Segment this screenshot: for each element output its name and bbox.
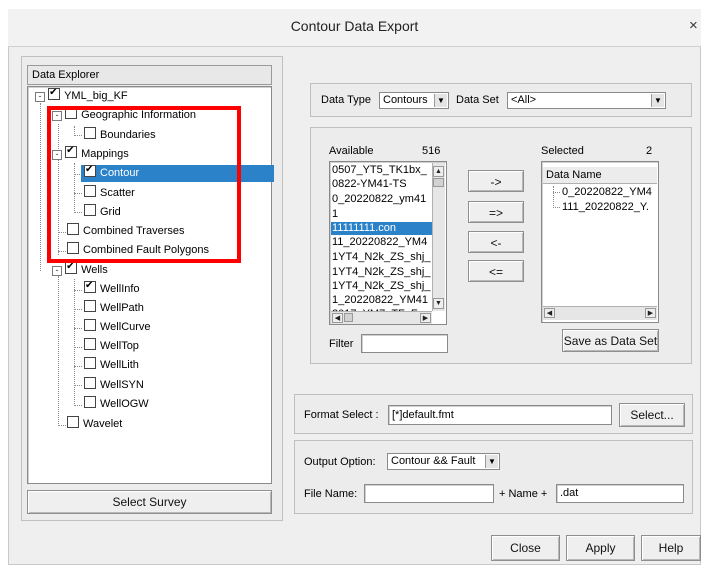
- available-count: 516: [422, 145, 441, 157]
- dropdown-arrow-icon: ▼: [485, 455, 498, 468]
- tree-node-wavelet[interactable]: Wavelet: [67, 416, 122, 433]
- tree-node-wellcurve[interactable]: WellCurve: [84, 319, 151, 336]
- scroll-up-icon[interactable]: ▲: [433, 166, 444, 177]
- tree-label: WellPath: [100, 302, 144, 314]
- file-name-label: File Name:: [304, 488, 358, 500]
- dropdown-arrow-icon: ▼: [434, 94, 447, 107]
- list-item[interactable]: 11_20220822_YM4: [332, 236, 432, 249]
- file-name-input[interactable]: [364, 484, 494, 503]
- list-item[interactable]: 0507_YT5_TK1bx_: [332, 164, 432, 177]
- highlight-annotation-box: [47, 106, 241, 263]
- data-set-select[interactable]: <All> ▼: [507, 92, 666, 109]
- select-survey-button[interactable]: Select Survey: [27, 490, 272, 514]
- list-item[interactable]: 0_20220822_ym41: [332, 193, 432, 206]
- available-label: Available: [329, 145, 374, 157]
- tree-label: Wavelet: [83, 418, 123, 430]
- tree-node-wellinfo[interactable]: WellInfo: [84, 281, 140, 298]
- help-button[interactable]: Help: [641, 535, 701, 561]
- list-item[interactable]: 1YT4_N2k_ZS_shj_: [332, 280, 432, 293]
- tree-label: WellLith: [100, 359, 139, 371]
- checkbox-wells[interactable]: [65, 262, 78, 274]
- collapse-icon[interactable]: -: [52, 266, 62, 276]
- close-button[interactable]: Close: [491, 535, 560, 561]
- checkbox-wellpath[interactable]: [84, 300, 96, 312]
- add-all-button[interactable]: =>: [468, 201, 524, 223]
- checkbox-wavelet[interactable]: [67, 416, 79, 428]
- scroll-down-icon[interactable]: ▼: [433, 298, 444, 309]
- format-select-label: Format Select :: [304, 409, 379, 421]
- output-option-label: Output Option:: [304, 456, 376, 468]
- tree-label: Wells: [81, 264, 108, 276]
- selected-item[interactable]: 111_20220822_Y.: [562, 201, 656, 213]
- checkbox-wellcurve[interactable]: [84, 319, 96, 331]
- checkbox-welltop[interactable]: [84, 338, 96, 350]
- data-explorer-header: Data Explorer: [27, 65, 272, 85]
- extension-input[interactable]: .dat: [556, 484, 684, 503]
- output-option-select[interactable]: Contour && Fault ▼: [387, 453, 500, 470]
- list-item-selected[interactable]: 11111111.con: [331, 222, 432, 235]
- filter-label: Filter: [329, 338, 354, 350]
- list-item[interactable]: 1_20220822_YM41: [332, 294, 432, 307]
- selected-item[interactable]: 0_20220822_YM4: [562, 186, 656, 198]
- tree-label: WellSYN: [100, 379, 144, 391]
- scroll-thumb[interactable]: [433, 178, 444, 187]
- tree-node-welltop[interactable]: WellTop: [84, 338, 139, 355]
- collapse-icon[interactable]: -: [35, 92, 45, 102]
- available-list[interactable]: 0507_YT5_TK1bx_ 0822-YM41-TS 0_20220822_…: [329, 161, 447, 325]
- remove-button[interactable]: <-: [468, 231, 524, 253]
- format-select-button[interactable]: Select...: [619, 403, 685, 427]
- checkbox-root[interactable]: [48, 88, 61, 100]
- list-item[interactable]: 1YT4_N2k_ZS_shj_: [332, 251, 432, 264]
- hscroll-thumb[interactable]: [344, 313, 353, 322]
- scroll-right-icon[interactable]: ▶: [645, 308, 656, 318]
- scroll-right-icon[interactable]: ▶: [420, 313, 431, 323]
- output-option-value: Contour && Fault: [391, 455, 476, 467]
- filter-input[interactable]: [361, 334, 448, 353]
- data-type-value: Contours: [383, 94, 428, 106]
- checkbox-welllith[interactable]: [84, 357, 96, 369]
- plus-name-label: + Name +: [499, 488, 548, 500]
- selected-count: 2: [646, 145, 653, 157]
- checkbox-wellsyn[interactable]: [84, 377, 96, 389]
- scroll-left-icon[interactable]: ◀: [332, 313, 343, 323]
- tree-node-wells[interactable]: - Wells: [52, 262, 108, 279]
- tree-node-root[interactable]: - YML_big_KF: [35, 88, 128, 105]
- format-input[interactable]: [*]default.fmt: [388, 405, 612, 425]
- list-item[interactable]: 0822-YM41-TS: [332, 178, 432, 191]
- tree-node-wellpath[interactable]: WellPath: [84, 300, 144, 317]
- apply-button[interactable]: Apply: [566, 535, 635, 561]
- selected-label: Selected: [541, 145, 584, 157]
- data-type-select[interactable]: Contours ▼: [379, 92, 449, 109]
- tree-label: WellTop: [100, 340, 139, 352]
- dropdown-arrow-icon: ▼: [651, 94, 664, 107]
- tree-label: WellCurve: [100, 321, 151, 333]
- tree-label: WellOGW: [100, 398, 149, 410]
- data-type-label: Data Type: [321, 94, 371, 106]
- tree-node-wellsyn[interactable]: WellSYN: [84, 377, 144, 394]
- dialog-title: Contour Data Export: [290, 18, 419, 34]
- list-item[interactable]: 1YT4_N2k_ZS_shj_: [332, 266, 432, 279]
- save-as-data-set-button[interactable]: Save as Data Set: [562, 329, 659, 352]
- tree-node-wellogw[interactable]: WellOGW: [84, 396, 149, 413]
- scroll-left-icon[interactable]: ◀: [544, 308, 555, 318]
- close-window-icon[interactable]: ×: [689, 17, 698, 34]
- list-item[interactable]: 1: [332, 208, 432, 221]
- remove-all-button[interactable]: <=: [468, 260, 524, 282]
- selected-hscrollbar[interactable]: [543, 306, 657, 320]
- data-set-label: Data Set: [456, 94, 499, 106]
- tree-node-welllith[interactable]: WellLith: [84, 357, 139, 374]
- selected-column-header[interactable]: Data Name: [543, 167, 657, 184]
- checkbox-wellinfo[interactable]: [84, 281, 96, 293]
- tree-label: YML_big_KF: [64, 90, 128, 102]
- checkbox-wellogw[interactable]: [84, 396, 96, 408]
- add-button[interactable]: ->: [468, 170, 524, 192]
- tree-label: WellInfo: [100, 283, 140, 295]
- data-set-value: <All>: [511, 94, 537, 106]
